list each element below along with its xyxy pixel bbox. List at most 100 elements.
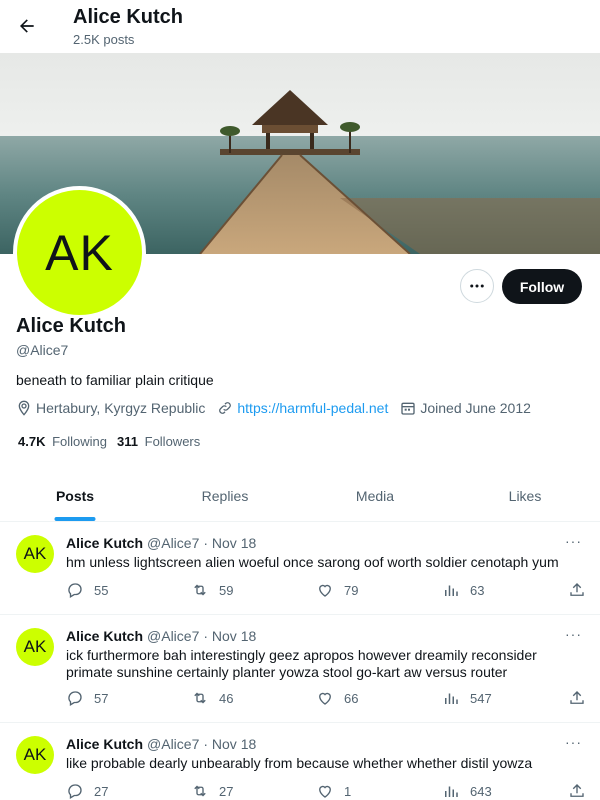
post-item[interactable]: AK Alice Kutch @Alice7 · Nov 18 ··· hm u… bbox=[0, 523, 600, 615]
post-date[interactable]: · Nov 18 bbox=[203, 628, 256, 644]
link-icon bbox=[219, 402, 232, 414]
reply-icon bbox=[68, 691, 82, 706]
post-author-name[interactable]: Alice Kutch bbox=[66, 535, 143, 551]
views-count: 547 bbox=[470, 690, 492, 706]
active-tab-indicator bbox=[54, 517, 96, 521]
repost-count: 46 bbox=[219, 690, 234, 706]
post-item[interactable]: AK Alice Kutch @Alice7 · Nov 18 ··· ick … bbox=[0, 616, 600, 723]
tab-posts[interactable]: Posts bbox=[0, 470, 150, 521]
top-bar: Alice Kutch 2.5K posts bbox=[0, 0, 600, 53]
following-link[interactable]: 4.7K Following bbox=[18, 434, 107, 449]
post-avatar[interactable]: AK bbox=[16, 535, 54, 573]
profile-handle: @Alice7 bbox=[16, 342, 69, 358]
back-arrow-icon bbox=[20, 19, 34, 33]
post-header: Alice Kutch @Alice7 · Nov 18 bbox=[66, 535, 256, 551]
profile-name: Alice Kutch bbox=[16, 315, 127, 337]
repost-button[interactable]: 27 bbox=[191, 782, 233, 800]
like-button[interactable]: 1 bbox=[316, 782, 351, 800]
like-count: 66 bbox=[344, 690, 359, 706]
repost-button[interactable]: 46 bbox=[191, 689, 233, 707]
repost-count: 27 bbox=[219, 783, 234, 799]
post-more-button[interactable]: ··· bbox=[565, 734, 582, 750]
post-avatar[interactable]: AK bbox=[16, 736, 54, 774]
post-more-button[interactable]: ··· bbox=[565, 626, 582, 642]
post-actions: 27 27 1 643 bbox=[66, 782, 586, 800]
repost-icon bbox=[194, 785, 206, 797]
post-more-button[interactable]: ··· bbox=[565, 533, 582, 549]
reply-count: 27 bbox=[94, 783, 109, 799]
followers-link[interactable]: 311 Followers bbox=[117, 434, 200, 449]
more-options-button[interactable] bbox=[460, 269, 494, 303]
post-author-name[interactable]: Alice Kutch bbox=[66, 628, 143, 644]
reply-icon bbox=[68, 784, 82, 799]
following-label: Following bbox=[52, 434, 108, 449]
post-date[interactable]: · Nov 18 bbox=[203, 736, 256, 752]
repost-icon bbox=[194, 584, 206, 596]
repost-count: 59 bbox=[219, 582, 234, 598]
followers-count: 311 bbox=[117, 434, 138, 449]
more-icon bbox=[470, 284, 484, 288]
header-title: Alice Kutch bbox=[73, 6, 184, 28]
profile-joined-text: Joined June 2012 bbox=[420, 400, 531, 416]
like-icon bbox=[319, 785, 331, 798]
profile-avatar-initials: AK bbox=[45, 224, 114, 281]
like-button[interactable]: 79 bbox=[316, 581, 358, 599]
profile-joined: Joined June 2012 bbox=[400, 400, 531, 416]
like-count: 1 bbox=[344, 783, 352, 799]
tab-replies[interactable]: Replies bbox=[150, 470, 300, 521]
tab-label: Replies bbox=[201, 487, 249, 504]
views-button[interactable]: 63 bbox=[442, 581, 484, 599]
like-count: 79 bbox=[344, 582, 359, 598]
tab-label: Media bbox=[355, 487, 395, 504]
post-header: Alice Kutch @Alice7 · Nov 18 bbox=[66, 736, 256, 752]
repost-icon bbox=[194, 692, 206, 704]
tab-label: Posts bbox=[55, 487, 95, 504]
reply-button[interactable]: 27 bbox=[66, 782, 108, 800]
post-actions: 55 59 79 63 bbox=[66, 581, 586, 601]
post-author-name[interactable]: Alice Kutch bbox=[66, 736, 143, 752]
profile-location: Hertabury, Kyrgyz Republic bbox=[16, 400, 205, 416]
repost-button[interactable]: 59 bbox=[191, 581, 233, 599]
tab-media[interactable]: Media bbox=[300, 470, 450, 521]
profile-website[interactable]: https://harmful-pedal.net bbox=[217, 400, 388, 416]
calendar-icon bbox=[401, 402, 416, 415]
follow-stats: 4.7K Following 311 Followers bbox=[18, 434, 210, 449]
post-author-handle: @Alice7 bbox=[147, 628, 200, 644]
reply-button[interactable]: 57 bbox=[66, 689, 108, 707]
profile-location-text: Hertabury, Kyrgyz Republic bbox=[36, 400, 206, 416]
share-icon bbox=[570, 583, 584, 596]
share-icon bbox=[570, 784, 584, 797]
like-icon bbox=[319, 692, 331, 705]
share-button[interactable] bbox=[568, 581, 586, 599]
post-avatar[interactable]: AK bbox=[16, 628, 54, 666]
like-button[interactable]: 66 bbox=[316, 689, 358, 707]
reply-count: 55 bbox=[94, 582, 109, 598]
post-text: like probable dearly unbearably from bec… bbox=[66, 755, 533, 771]
followers-label: Followers bbox=[144, 434, 201, 449]
share-icon bbox=[570, 691, 584, 704]
profile-website-link[interactable]: https://harmful-pedal.net bbox=[237, 400, 388, 416]
location-icon bbox=[18, 400, 30, 416]
post-date[interactable]: · Nov 18 bbox=[203, 535, 256, 551]
back-button[interactable] bbox=[10, 9, 44, 43]
reply-icon bbox=[68, 583, 82, 598]
share-button[interactable] bbox=[568, 782, 586, 800]
post-actions: 57 46 66 547 bbox=[66, 689, 586, 709]
views-button[interactable]: 547 bbox=[442, 689, 492, 707]
views-icon bbox=[445, 786, 458, 797]
tab-likes[interactable]: Likes bbox=[450, 470, 600, 521]
views-icon bbox=[445, 585, 458, 596]
profile-avatar[interactable]: AK bbox=[13, 186, 146, 319]
post-author-handle: @Alice7 bbox=[147, 736, 200, 752]
views-button[interactable]: 643 bbox=[442, 782, 492, 800]
post-item[interactable]: AK Alice Kutch @Alice7 · Nov 18 ··· like… bbox=[0, 724, 600, 800]
follow-button[interactable]: Follow bbox=[502, 269, 582, 304]
profile-meta: Hertabury, Kyrgyz Republic https://harmf… bbox=[16, 400, 543, 416]
like-icon bbox=[319, 584, 331, 597]
reply-button[interactable]: 55 bbox=[66, 581, 108, 599]
header-posts-count: 2.5K posts bbox=[73, 32, 135, 47]
share-button[interactable] bbox=[568, 689, 586, 707]
following-count: 4.7K bbox=[18, 434, 46, 449]
reply-count: 57 bbox=[94, 690, 109, 706]
profile-tabs: Posts Replies Media Likes bbox=[0, 470, 600, 522]
